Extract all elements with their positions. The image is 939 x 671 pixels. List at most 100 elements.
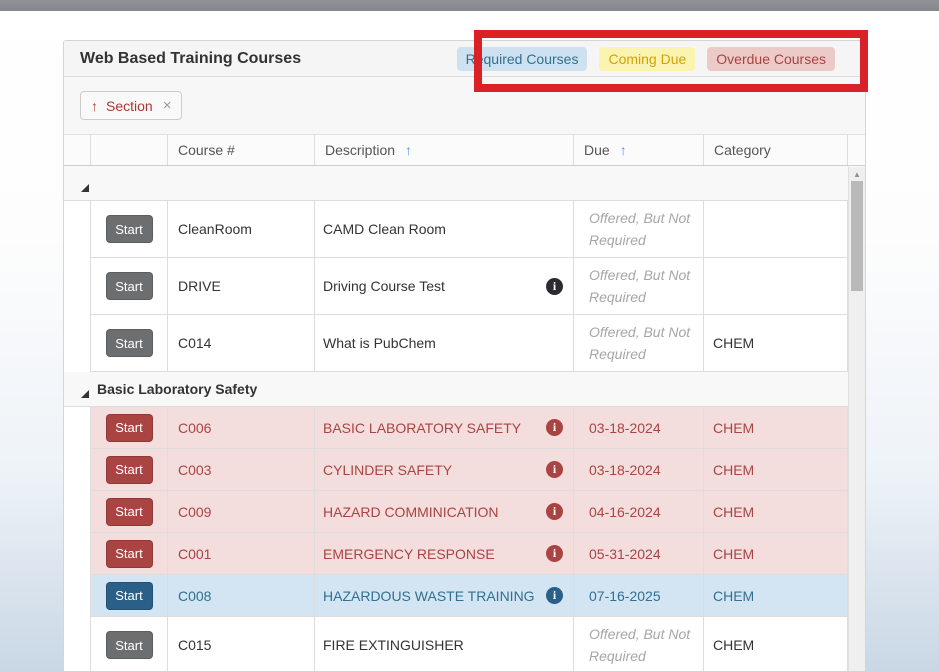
start-cell: Start: [91, 201, 168, 258]
group-indent-cell: [64, 533, 91, 575]
legend-badge-overdue-courses: Overdue Courses: [707, 47, 835, 71]
description-cell: HAZARD COMMINICATION i: [315, 491, 574, 533]
start-course-button[interactable]: Start: [106, 582, 153, 610]
start-course-button[interactable]: Start: [106, 540, 153, 568]
description-cell: Driving Course Testi: [315, 258, 574, 315]
course-row-c006[interactable]: StartC006BASIC LABORATORY SAFETYi03-18-2…: [64, 407, 865, 449]
column-label: Category: [714, 142, 771, 158]
group-header-row[interactable]: Basic Laboratory Safety: [64, 372, 865, 407]
description-cell: FIRE EXTINGUISHER: [315, 617, 574, 671]
description-cell: BASIC LABORATORY SAFETY i: [315, 407, 574, 449]
group-indent-cell: [64, 201, 91, 258]
group-indent-cell: [64, 449, 91, 491]
info-icon[interactable]: i: [546, 545, 563, 562]
course-row-c001[interactable]: StartC001EMERGENCY RESPONSEi05-31-2024CH…: [64, 533, 865, 575]
section-group-chip[interactable]: ↑ Section ×: [80, 91, 182, 120]
scroll-up-arrow-icon[interactable]: ▲: [849, 167, 865, 181]
info-icon[interactable]: i: [546, 278, 563, 295]
due-date-cell: 05-31-2024: [574, 533, 704, 575]
group-label: Basic Laboratory Safety: [97, 381, 257, 397]
scrollbar-thumb[interactable]: [851, 181, 863, 291]
remove-group-icon[interactable]: ×: [163, 97, 172, 114]
not-required-label: Offered, But Not Required: [589, 264, 695, 309]
course-row-cleanroom[interactable]: StartCleanRoomCAMD Clean RoomOffered, Bu…: [64, 201, 865, 258]
description-cell: CYLINDER SAFETY i: [315, 449, 574, 491]
sort-ascending-icon: ↑: [620, 142, 627, 158]
course-row-c008[interactable]: Start C008HAZARDOUS WASTE TRAININGi07-16-…: [64, 575, 865, 617]
column-header-due[interactable]: Due ↑: [574, 135, 704, 165]
start-course-button[interactable]: Start: [106, 215, 153, 243]
group-indent-cell: [64, 407, 91, 449]
category-cell: [704, 258, 848, 315]
category-cell: CHEM: [704, 449, 848, 491]
vertical-scrollbar[interactable]: ▲: [848, 167, 865, 671]
course-row-drive[interactable]: StartDRIVEDriving Course TestiOffered, B…: [64, 258, 865, 315]
info-icon[interactable]: i: [546, 419, 563, 436]
group-indent-cell: [64, 575, 91, 617]
page-title: Web Based Training Courses: [80, 50, 301, 68]
training-courses-panel: Web Based Training Courses Required Cour…: [63, 40, 866, 671]
start-cell: Start: [91, 575, 168, 617]
course-row-c003[interactable]: StartC003CYLINDER SAFETYi03-18-2024CHEM: [64, 449, 865, 491]
course-number-cell: C015: [168, 617, 315, 671]
start-cell: Start: [91, 491, 168, 533]
start-cell: Start: [91, 315, 168, 372]
grid-header-row: Course # Description↑ Due ↑ Category: [64, 134, 865, 166]
legend-badge-coming-due: Coming Due: [599, 47, 695, 71]
column-label: Course #: [178, 142, 235, 158]
start-course-button[interactable]: Start: [106, 272, 153, 300]
courses-grid: Course # Description↑ Due ↑ Category Start Cl…: [64, 134, 865, 671]
info-icon[interactable]: i: [546, 461, 563, 478]
description-cell: EMERGENCY RESPONSE i: [315, 533, 574, 575]
group-header-row[interactable]: [64, 166, 865, 201]
collapse-group-icon[interactable]: [81, 179, 89, 187]
description-cell: HAZARDOUS WASTE TRAININGi: [315, 575, 574, 617]
course-row-c009[interactable]: StartC009HAZARD COMMINICATIONi04-16-2024…: [64, 491, 865, 533]
course-number-cell: C001: [168, 533, 315, 575]
start-course-button[interactable]: Start: [106, 414, 153, 442]
info-icon[interactable]: i: [546, 503, 563, 520]
course-description: HAZARD COMMINICATION: [323, 504, 499, 520]
course-row-c015[interactable]: Start C015FIRE EXTINGUISHER Offered, But N…: [64, 617, 865, 671]
course-description: CYLINDER SAFETY: [323, 462, 452, 478]
start-course-button[interactable]: Start: [106, 498, 153, 526]
course-description: BASIC LABORATORY SAFETY: [323, 420, 521, 436]
grid-body: StartCleanRoomCAMD Clean RoomOffered, Bu…: [64, 166, 865, 671]
start-course-button[interactable]: Start: [106, 456, 153, 484]
column-header-description[interactable]: Description↑: [315, 135, 574, 165]
group-indent-cell: [64, 258, 91, 315]
course-description: EMERGENCY RESPONSE: [323, 546, 495, 562]
course-number-cell: C008: [168, 575, 315, 617]
sort-ascending-icon: ↑: [405, 142, 412, 158]
category-cell: CHEM: [704, 617, 848, 671]
column-label: Due: [584, 142, 610, 158]
column-header-empty-0: [64, 135, 91, 165]
group-indent-cell: [64, 617, 91, 671]
due-date-cell: 07-16-2025: [574, 575, 704, 617]
info-icon[interactable]: i: [546, 587, 563, 604]
grouping-toolbar: ↑ Section ×: [64, 77, 865, 134]
course-status-legend: Required Courses Coming Due Overdue Course…: [457, 47, 835, 71]
start-cell: Start: [91, 533, 168, 575]
course-row-c014[interactable]: StartC014What is PubChemOffered, But Not…: [64, 315, 865, 372]
due-date-cell: 03-18-2024: [574, 449, 704, 491]
category-cell: [704, 201, 848, 258]
due-date-cell: 03-18-2024: [574, 407, 704, 449]
due-date-cell: Offered, But Not Required: [574, 315, 704, 372]
category-cell: CHEM: [704, 491, 848, 533]
collapse-group-icon[interactable]: [81, 385, 89, 393]
column-header-category[interactable]: Category: [704, 135, 848, 165]
not-required-label: Offered, But Not Required: [589, 623, 695, 668]
course-number-cell: CleanRoom: [168, 201, 315, 258]
column-header-empty-1: [91, 135, 168, 165]
start-course-button[interactable]: Start: [106, 329, 153, 357]
column-header-course[interactable]: Course #: [168, 135, 315, 165]
description-cell: What is PubChem: [315, 315, 574, 372]
start-course-button[interactable]: Start: [106, 631, 153, 659]
course-description: What is PubChem: [323, 335, 436, 351]
sort-ascending-icon[interactable]: ↑: [91, 98, 98, 114]
start-cell: Start: [91, 449, 168, 491]
legend-badge-required-courses: Required Courses: [457, 47, 588, 71]
start-cell: Start: [91, 617, 168, 671]
start-cell: Start: [91, 258, 168, 315]
